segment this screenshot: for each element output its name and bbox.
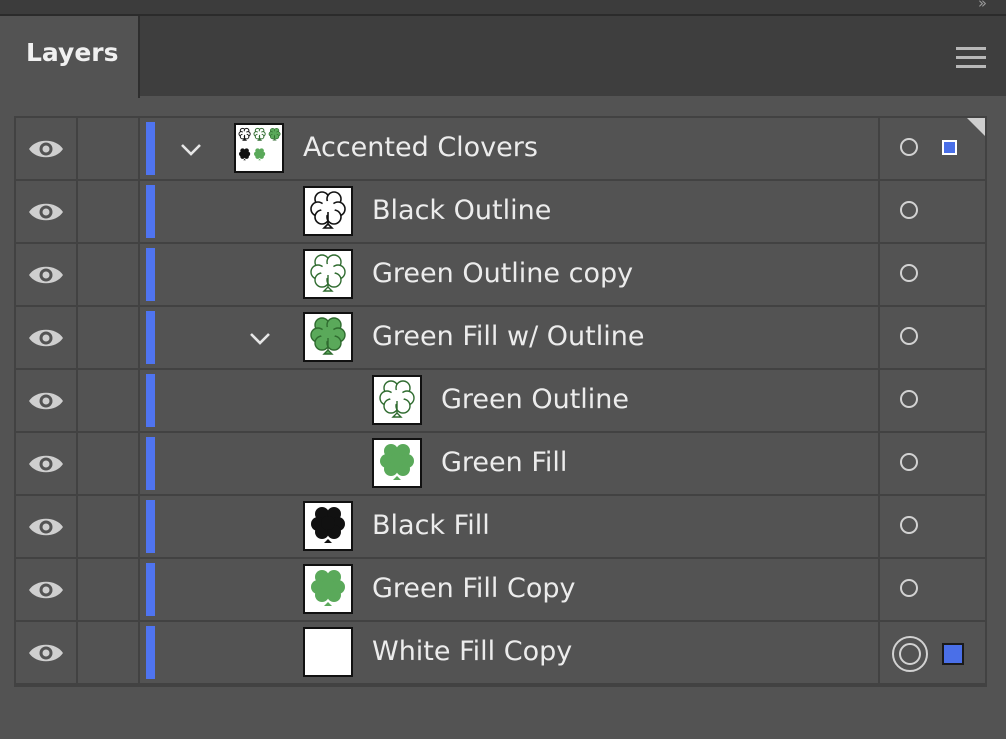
visibility-toggle[interactable] (16, 181, 78, 242)
layer-name[interactable]: Green Outline copy (372, 258, 633, 289)
layer-color-indicator (146, 626, 155, 679)
lock-toggle[interactable] (78, 370, 140, 431)
tab-layers-label: Layers (26, 38, 119, 67)
target-cell[interactable] (878, 496, 985, 557)
panel-top-strip: ›› (0, 0, 1006, 14)
hamburger-menu-icon[interactable] (956, 47, 986, 69)
target-cell[interactable] (878, 559, 985, 620)
visibility-toggle[interactable] (16, 433, 78, 494)
target-cell[interactable] (878, 433, 985, 494)
layer-name[interactable]: Green Outline (441, 384, 629, 415)
layer-color-indicator (146, 437, 155, 490)
layer-name[interactable]: White Fill Copy (372, 636, 572, 667)
layer-row[interactable]: Green Outline (16, 370, 985, 433)
target-cell[interactable] (878, 244, 985, 305)
eye-icon (27, 136, 65, 162)
selected-art-indicator[interactable] (942, 643, 964, 665)
layer-thumbnail (303, 501, 353, 551)
target-circle-icon[interactable] (900, 516, 918, 534)
visibility-toggle[interactable] (16, 118, 78, 179)
eye-icon (27, 577, 65, 603)
double-chevron-right-icon[interactable]: ›› (978, 0, 987, 12)
layer-name[interactable]: Green Fill Copy (372, 573, 576, 604)
layer-name[interactable]: Green Fill w/ Outline (372, 321, 644, 352)
target-circle-icon[interactable] (900, 579, 918, 597)
target-cell[interactable] (878, 622, 985, 683)
layer-row[interactable]: Green Fill (16, 433, 985, 496)
layer-color-indicator (146, 563, 155, 616)
target-circle-icon[interactable] (900, 201, 918, 219)
layer-color-indicator (146, 122, 155, 175)
eye-icon (27, 451, 65, 477)
visibility-toggle[interactable] (16, 370, 78, 431)
layer-thumbnail (303, 249, 353, 299)
layer-row[interactable]: Green Fill w/ Outline (16, 307, 985, 370)
target-circle-icon[interactable] (900, 327, 918, 345)
layer-thumbnail (372, 438, 422, 488)
layer-thumbnail (303, 186, 353, 236)
layer-row[interactable]: White Fill Copy (16, 622, 985, 685)
layer-thumbnail (234, 123, 284, 173)
eye-icon (27, 199, 65, 225)
layer-thumbnail (303, 312, 353, 362)
panel-tab-bar: Layers (0, 14, 1006, 98)
target-cell[interactable] (878, 181, 985, 242)
eye-icon (27, 262, 65, 288)
chevron-down-icon[interactable] (180, 142, 202, 156)
lock-toggle[interactable] (78, 433, 140, 494)
layer-row[interactable]: Green Fill Copy (16, 559, 985, 622)
eye-icon (27, 388, 65, 414)
layer-thumbnail (303, 564, 353, 614)
target-cell[interactable] (878, 118, 985, 179)
target-circle-icon[interactable] (900, 264, 918, 282)
lock-toggle[interactable] (78, 307, 140, 368)
visibility-toggle[interactable] (16, 244, 78, 305)
layer-name[interactable]: Black Fill (372, 510, 490, 541)
layer-color-indicator (146, 248, 155, 301)
lock-toggle[interactable] (78, 496, 140, 557)
layer-name[interactable]: Accented Clovers (303, 132, 538, 163)
lock-toggle[interactable] (78, 622, 140, 683)
target-circle-icon[interactable] (900, 138, 918, 156)
eye-icon (27, 325, 65, 351)
layer-color-indicator (146, 311, 155, 364)
lock-toggle[interactable] (78, 181, 140, 242)
visibility-toggle[interactable] (16, 622, 78, 683)
target-cell[interactable] (878, 370, 985, 431)
selection-indicator[interactable] (942, 140, 957, 155)
layer-row[interactable]: Black Outline (16, 181, 985, 244)
layer-thumbnail (372, 375, 422, 425)
layer-name[interactable]: Black Outline (372, 195, 551, 226)
eye-icon (27, 514, 65, 540)
visibility-toggle[interactable] (16, 559, 78, 620)
target-cell[interactable] (878, 307, 985, 368)
layer-row[interactable]: Accented Clovers (16, 118, 985, 181)
layer-thumbnail (303, 627, 353, 677)
layers-list: Accented Clovers Black Outline Green Out… (14, 116, 987, 687)
layer-row[interactable]: Black Fill (16, 496, 985, 559)
layer-color-indicator (146, 185, 155, 238)
target-appearance-icon[interactable] (892, 636, 928, 672)
tab-layers[interactable]: Layers (0, 16, 140, 98)
chevron-down-icon[interactable] (249, 331, 271, 345)
visibility-toggle[interactable] (16, 496, 78, 557)
layer-color-indicator (146, 500, 155, 553)
eye-icon (27, 640, 65, 666)
layer-color-indicator (146, 374, 155, 427)
visibility-toggle[interactable] (16, 307, 78, 368)
layer-name[interactable]: Green Fill (441, 447, 567, 478)
target-circle-icon[interactable] (900, 453, 918, 471)
lock-toggle[interactable] (78, 559, 140, 620)
lock-toggle[interactable] (78, 244, 140, 305)
target-circle-icon[interactable] (900, 390, 918, 408)
lock-toggle[interactable] (78, 118, 140, 179)
layer-row[interactable]: Green Outline copy (16, 244, 985, 307)
